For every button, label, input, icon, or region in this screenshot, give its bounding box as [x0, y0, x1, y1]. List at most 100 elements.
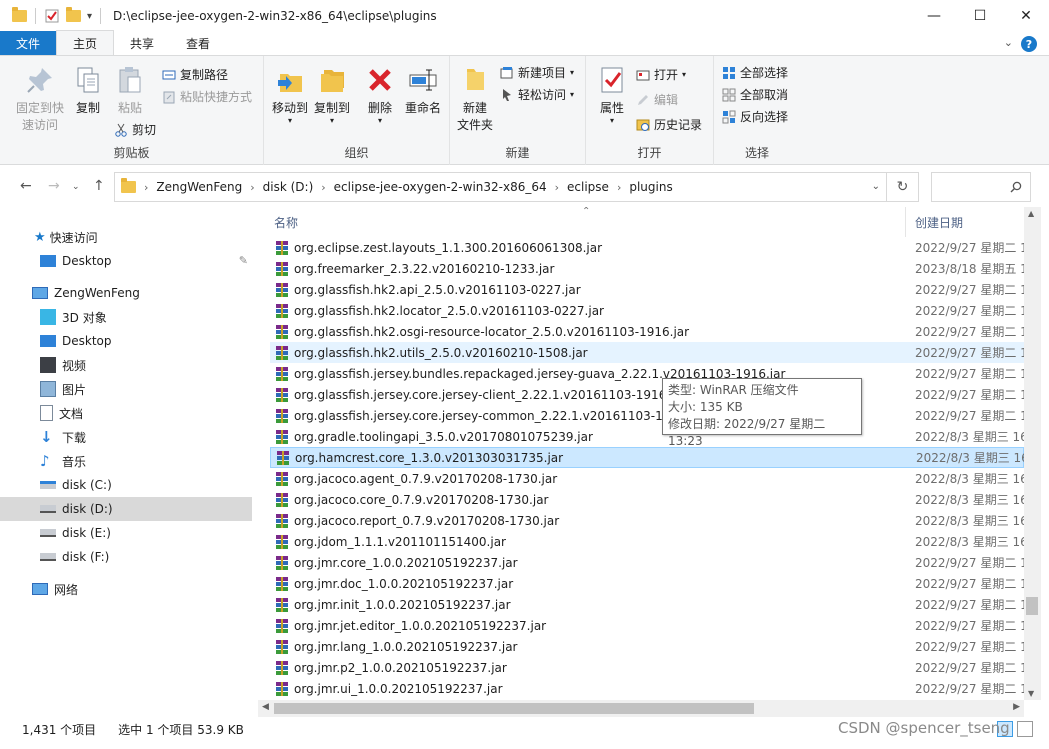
column-header-created[interactable]: 创建日期 — [915, 207, 963, 237]
pin-quick-access-button[interactable]: 固定到快 速访问 — [14, 64, 66, 134]
nav-item-disk-e[interactable]: disk (E:) — [0, 521, 252, 545]
open-button[interactable]: 打开 ▾ — [636, 66, 686, 83]
breadcrumb-separator-icon[interactable]: › — [144, 181, 148, 194]
address-bar[interactable]: › ZengWenFeng › disk (D:) › eclipse-jee-… — [114, 172, 887, 202]
breadcrumb-item[interactable]: plugins — [629, 180, 672, 194]
paste-shortcut-button[interactable]: 粘贴快捷方式 — [162, 88, 252, 105]
scroll-down-arrow-icon[interactable]: ▼ — [1028, 689, 1034, 698]
copy-path-button[interactable]: 复制路径 — [162, 66, 228, 83]
help-icon[interactable]: ? — [1021, 36, 1037, 52]
nav-item-quick-access[interactable]: ★ 快速访问 — [0, 225, 252, 249]
new-folder-button[interactable]: 新建 文件夹 — [454, 64, 496, 134]
file-row[interactable]: org.freemarker_2.3.22.v20160210-1233.jar… — [270, 258, 1024, 279]
breadcrumb-item[interactable]: ZengWenFeng — [156, 180, 242, 194]
recent-locations-chevron-icon[interactable]: ⌄ — [72, 182, 80, 192]
file-row[interactable]: org.jacoco.agent_0.7.9.v20170208-1730.ja… — [270, 468, 1024, 489]
move-to-button[interactable]: 移动到 ▾ — [270, 64, 310, 125]
breadcrumb-separator-icon[interactable]: › — [250, 181, 254, 194]
file-row[interactable]: org.jacoco.report_0.7.9.v20170208-1730.j… — [270, 510, 1024, 531]
file-row[interactable]: org.jacoco.core_0.7.9.v20170208-1730.jar… — [270, 489, 1024, 510]
copy-to-button[interactable]: 复制到 ▾ — [312, 64, 352, 125]
file-row[interactable]: org.jmr.core_1.0.0.202105192237.jar 2022/… — [270, 552, 1024, 573]
nav-item-pictures[interactable]: 图片 — [0, 377, 252, 401]
paste-button[interactable]: 粘贴 — [112, 64, 148, 117]
file-row[interactable]: org.glassfish.jersey.core.jersey-client_… — [270, 384, 1024, 405]
customize-toolbar-chevron-icon[interactable]: ▾ — [87, 11, 92, 22]
file-row[interactable]: org.glassfish.hk2.api_2.5.0.v20161103-02… — [270, 279, 1024, 300]
nav-item-downloads[interactable]: ↓ 下载 — [0, 425, 252, 449]
vertical-scroll-thumb[interactable] — [1026, 597, 1038, 615]
nav-item-disk-d[interactable]: disk (D:) — [0, 497, 252, 521]
file-row[interactable]: org.jmr.p2_1.0.0.202105192237.jar 2022/9/… — [270, 657, 1024, 678]
select-none-button[interactable]: 全部取消 — [722, 86, 788, 103]
file-row[interactable]: org.hamcrest.core_1.3.0.v201303031735.ja… — [270, 447, 1024, 468]
nav-item-network[interactable]: 网络 — [0, 577, 252, 601]
nav-item-desktop-pinned[interactable]: Desktop ✎ — [0, 249, 252, 273]
file-row[interactable]: org.jmr.lang_1.0.0.202105192237.jar 2022/… — [270, 636, 1024, 657]
file-row[interactable]: org.jmr.init_1.0.0.202105192237.jar 2022/… — [270, 594, 1024, 615]
scroll-up-arrow-icon[interactable]: ▲ — [1028, 209, 1034, 218]
breadcrumb-item[interactable]: disk (D:) — [263, 180, 314, 194]
tab-file[interactable]: 文件 — [0, 31, 57, 55]
breadcrumb-separator-icon[interactable]: › — [617, 181, 621, 194]
breadcrumb-item[interactable]: eclipse — [567, 180, 609, 194]
new-folder-icon[interactable] — [66, 7, 81, 22]
edit-button[interactable]: 编辑 — [636, 91, 678, 108]
refresh-button[interactable]: ↻ — [887, 172, 919, 202]
large-icons-view-button[interactable] — [1017, 721, 1033, 737]
file-row[interactable]: org.glassfish.hk2.locator_2.5.0.v2016110… — [270, 300, 1024, 321]
properties-button[interactable]: 属性 ▾ — [594, 64, 630, 125]
nav-item-music[interactable]: ♪ 音乐 — [0, 449, 252, 473]
maximize-button[interactable]: ☐ — [957, 0, 1003, 32]
file-row[interactable]: org.gradle.toolingapi_3.5.0.v20170801075… — [270, 426, 1024, 447]
file-row[interactable]: org.jmr.jet.editor_1.0.0.202105192237.ja… — [270, 615, 1024, 636]
breadcrumb-item[interactable]: eclipse-jee-oxygen-2-win32-x86_64 — [334, 180, 547, 194]
nav-item-desktop[interactable]: Desktop — [0, 329, 252, 353]
collapse-ribbon-chevron-icon[interactable]: ⌄ — [1004, 36, 1013, 49]
close-button[interactable]: ✕ — [1003, 0, 1049, 32]
vertical-scrollbar[interactable]: ▲ ▼ — [1024, 207, 1041, 700]
invert-selection-button[interactable]: 反向选择 — [722, 108, 788, 125]
minimize-button[interactable]: — — [911, 0, 957, 32]
horizontal-scroll-thumb[interactable] — [274, 703, 754, 714]
nav-item-3d-objects[interactable]: 3D 对象 — [0, 305, 252, 329]
address-dropdown-chevron-icon[interactable]: ⌄ — [872, 181, 880, 192]
horizontal-scrollbar[interactable]: ◀ ▶ — [258, 700, 1024, 717]
nav-item-videos[interactable]: 视频 — [0, 353, 252, 377]
properties-check-icon[interactable] — [44, 8, 60, 24]
rename-button[interactable]: 重命名 — [402, 64, 444, 117]
file-row[interactable]: org.glassfish.jersey.bundles.repackaged.… — [270, 363, 1024, 384]
nav-item-disk-c[interactable]: disk (C:) — [0, 473, 252, 497]
file-row[interactable]: org.jdom_1.1.1.v201101151400.jar 2022/8/3… — [270, 531, 1024, 552]
back-arrow-icon[interactable]: ← — [20, 178, 32, 194]
nav-item-disk-f[interactable]: disk (F:) — [0, 545, 252, 569]
nav-item-this-pc[interactable]: ZengWenFeng — [0, 281, 252, 305]
copy-button[interactable]: 复制 — [70, 64, 106, 117]
file-created-date: 2022/9/27 星期二 1 — [915, 304, 1024, 318]
breadcrumb-separator-icon[interactable]: › — [555, 181, 559, 194]
breadcrumb-separator-icon[interactable]: › — [321, 181, 325, 194]
history-button[interactable]: 历史记录 — [636, 116, 702, 133]
scroll-right-arrow-icon[interactable]: ▶ — [1013, 702, 1020, 712]
nav-item-documents[interactable]: 文档 — [0, 401, 252, 425]
file-row[interactable]: org.glassfish.hk2.utils_2.5.0.v20160210-… — [270, 342, 1024, 363]
scroll-left-arrow-icon[interactable]: ◀ — [262, 702, 269, 712]
cut-button[interactable]: 剪切 — [114, 121, 156, 138]
search-input[interactable] — [931, 172, 1031, 202]
new-item-button[interactable]: 新建项目 ▾ — [500, 64, 574, 81]
desktop-icon — [40, 255, 56, 267]
file-row[interactable]: org.jmr.doc_1.0.0.202105192237.jar 2022/9… — [270, 573, 1024, 594]
select-all-button[interactable]: 全部选择 — [722, 64, 788, 81]
tab-share[interactable]: 共享 — [114, 31, 170, 55]
column-header-name[interactable]: 名称 — [274, 207, 298, 237]
tab-view[interactable]: 查看 — [170, 31, 226, 55]
up-arrow-icon[interactable]: ↑ — [93, 178, 105, 194]
easy-access-button[interactable]: 轻松访问 ▾ — [500, 86, 574, 103]
file-row[interactable]: org.eclipse.zest.layouts_1.1.300.2016060… — [270, 237, 1024, 258]
delete-button[interactable]: 删除 ▾ — [362, 64, 398, 125]
forward-arrow-icon[interactable]: → — [48, 178, 60, 194]
file-row[interactable]: org.jmr.ui_1.0.0.202105192237.jar 2022/9/… — [270, 678, 1024, 699]
file-row[interactable]: org.glassfish.jersey.core.jersey-common_… — [270, 405, 1024, 426]
file-row[interactable]: org.glassfish.hk2.osgi-resource-locator_… — [270, 321, 1024, 342]
tab-home[interactable]: 主页 — [56, 30, 115, 55]
